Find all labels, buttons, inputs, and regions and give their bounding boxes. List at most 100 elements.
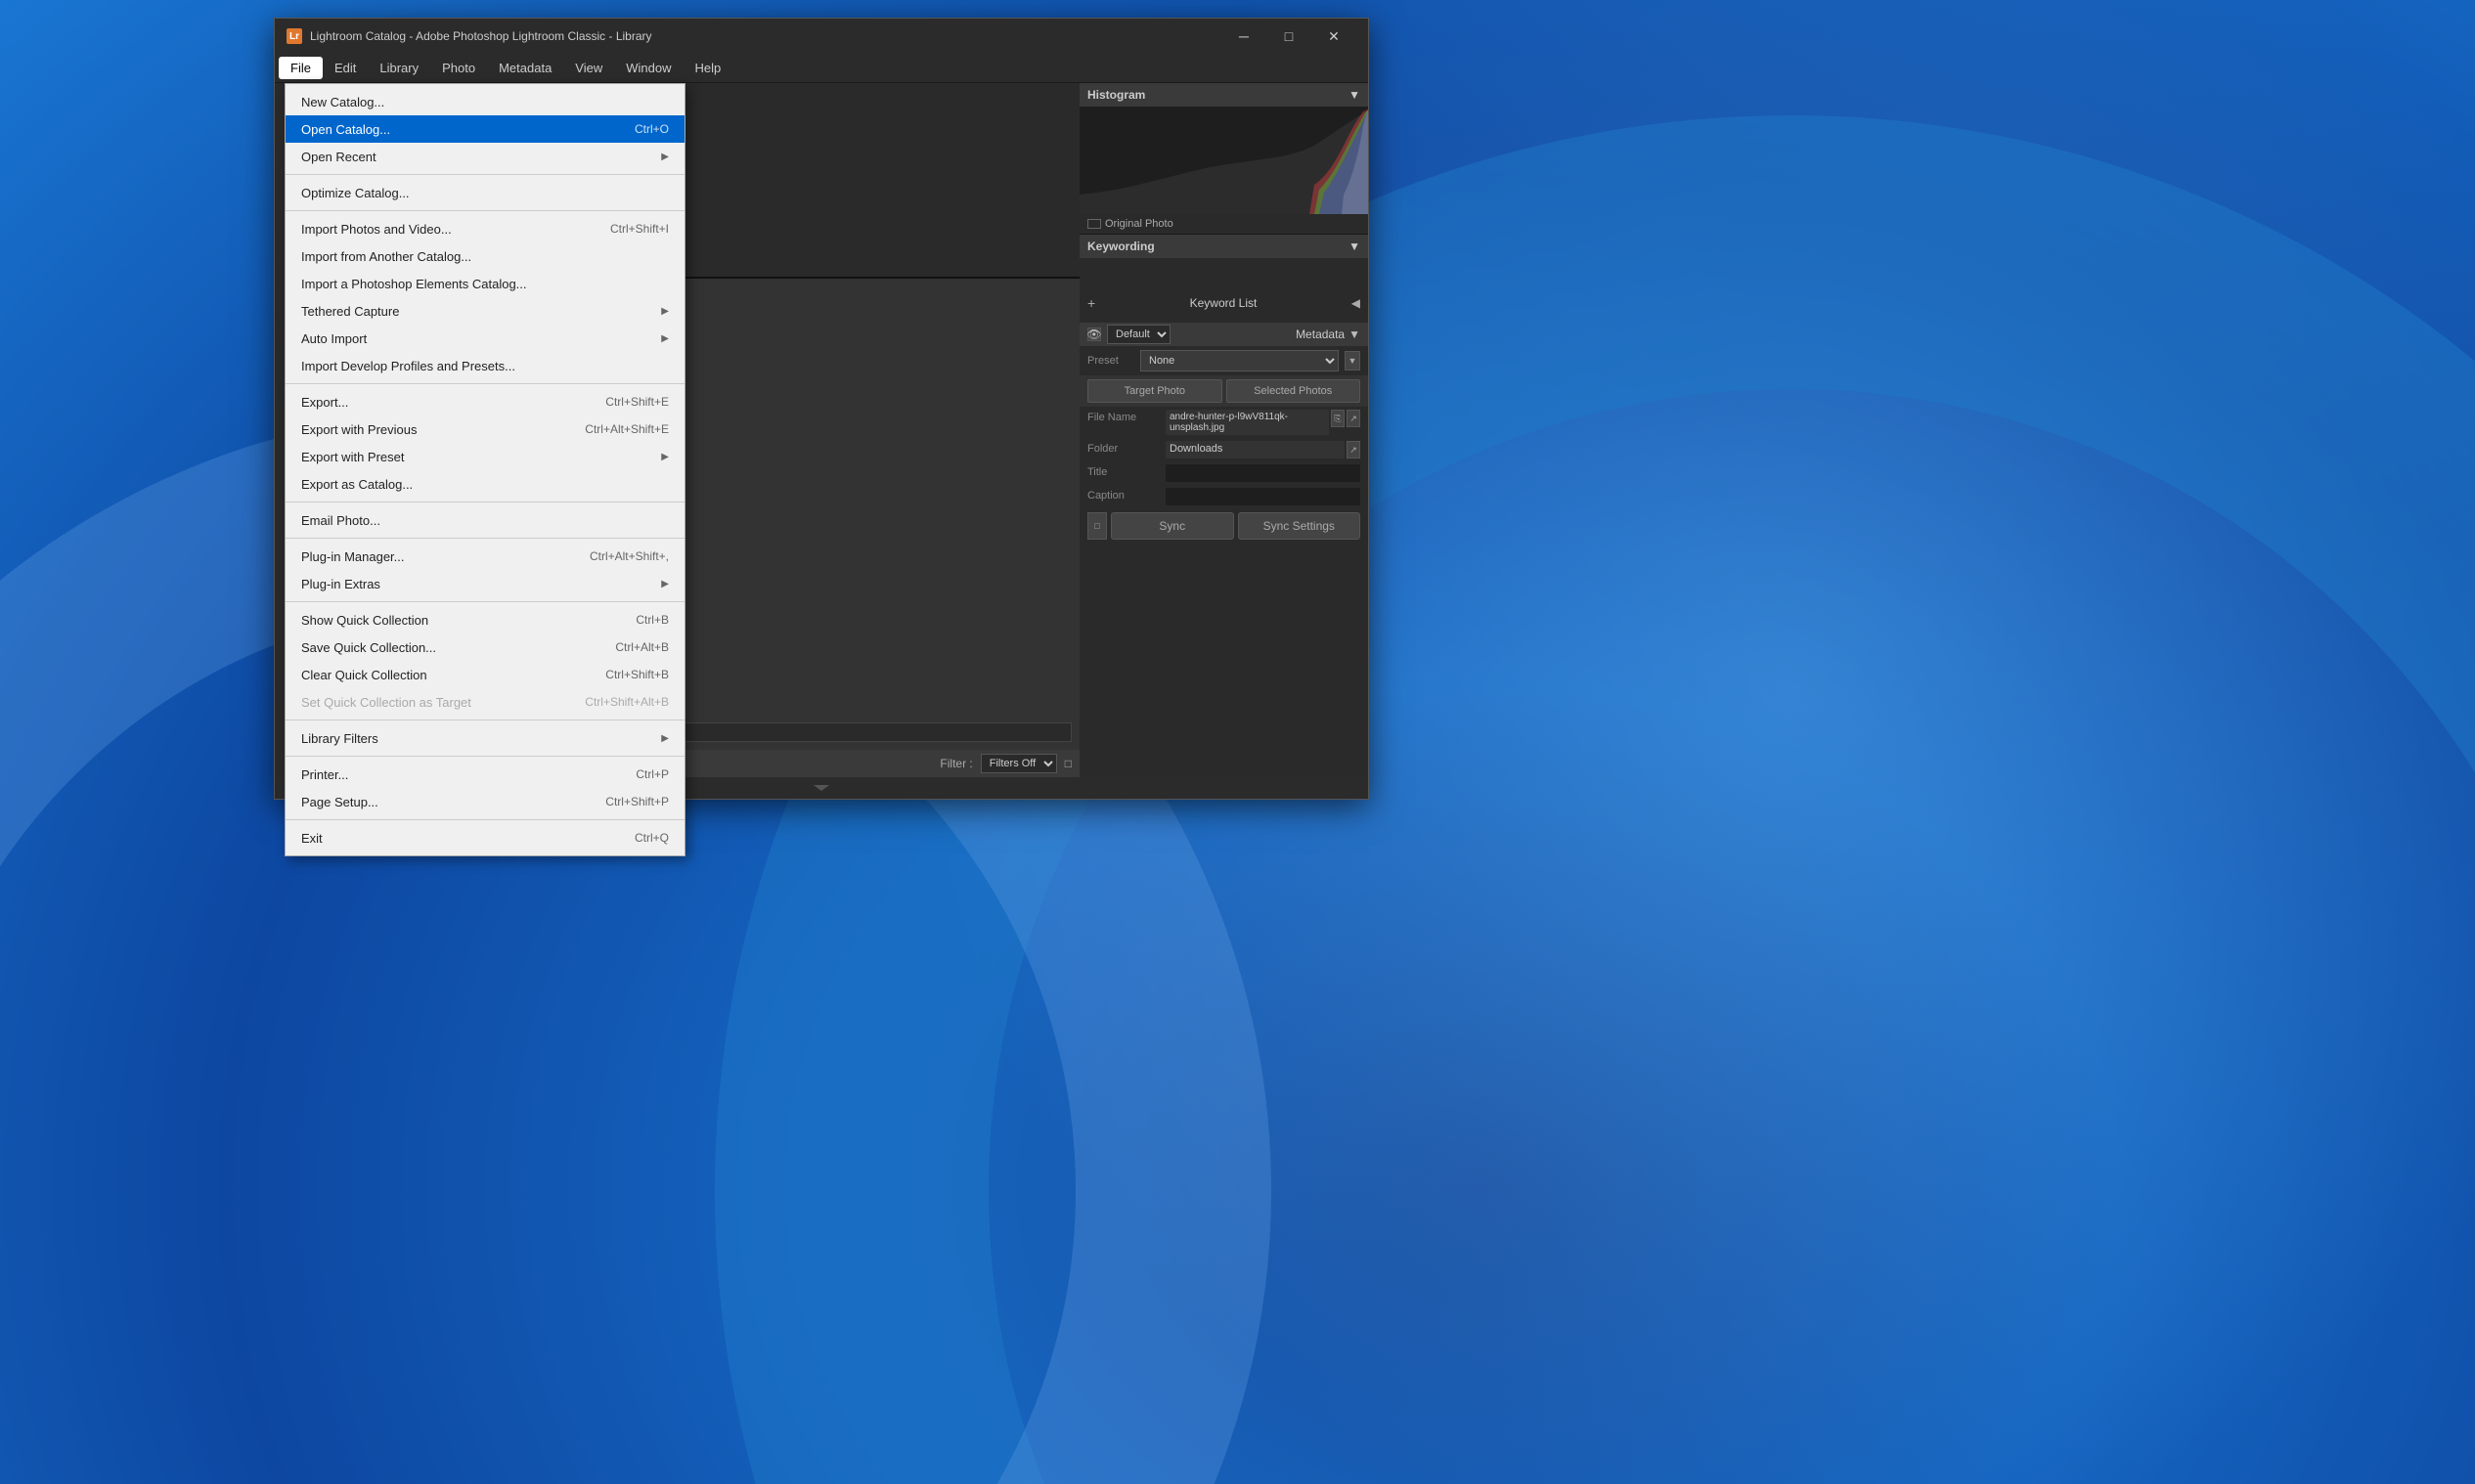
menu-import-profiles[interactable]: Import Develop Profiles and Presets... bbox=[286, 352, 685, 379]
menu-metadata[interactable]: Metadata bbox=[487, 57, 563, 79]
open-catalog-label: Open Catalog... bbox=[301, 122, 390, 137]
optimize-label: Optimize Catalog... bbox=[301, 186, 410, 200]
dropdown-section-5: Email Photo... bbox=[286, 502, 685, 539]
folder-row: Folder Downloads ↗ bbox=[1080, 438, 1368, 461]
keywording-header: Keywording ▼ bbox=[1080, 235, 1368, 258]
metadata-preset-dropdown[interactable]: Default bbox=[1107, 325, 1171, 344]
menu-open-catalog[interactable]: Open Catalog... Ctrl+O bbox=[286, 115, 685, 143]
folder-goto-btn[interactable]: ↗ bbox=[1347, 441, 1360, 458]
filter-select[interactable]: Filters Off bbox=[981, 754, 1057, 773]
dropdown-section-3: Import Photos and Video... Ctrl+Shift+I … bbox=[286, 211, 685, 384]
menu-plugin-manager[interactable]: Plug-in Manager... Ctrl+Alt+Shift+, bbox=[286, 543, 685, 570]
histogram-header: Histogram ▼ bbox=[1080, 83, 1368, 107]
dropdown-section-1: New Catalog... Open Catalog... Ctrl+O Op… bbox=[286, 84, 685, 175]
plugin-manager-shortcut: Ctrl+Alt+Shift+, bbox=[590, 549, 669, 563]
folder-value[interactable]: Downloads bbox=[1166, 441, 1345, 458]
menu-save-quick[interactable]: Save Quick Collection... Ctrl+Alt+B bbox=[286, 633, 685, 661]
caption-row: Caption bbox=[1080, 485, 1368, 508]
export-preset-label: Export with Preset bbox=[301, 450, 405, 464]
menu-auto-import[interactable]: Auto Import ▶ bbox=[286, 325, 685, 352]
filename-goto-btn[interactable]: ↗ bbox=[1347, 410, 1360, 427]
menu-new-catalog[interactable]: New Catalog... bbox=[286, 88, 685, 115]
clear-quick-label: Clear Quick Collection bbox=[301, 668, 427, 682]
export-catalog-label: Export as Catalog... bbox=[301, 477, 413, 492]
keyword-add-btn[interactable]: + bbox=[1087, 295, 1095, 311]
menu-library-filters[interactable]: Library Filters ▶ bbox=[286, 724, 685, 752]
plugin-extras-label: Plug-in Extras bbox=[301, 577, 380, 591]
menu-edit[interactable]: Edit bbox=[323, 57, 368, 79]
menu-export[interactable]: Export... Ctrl+Shift+E bbox=[286, 388, 685, 415]
open-recent-arrow: ▶ bbox=[661, 152, 669, 162]
preset-select[interactable]: None bbox=[1140, 350, 1339, 371]
menu-import-elements[interactable]: Import a Photoshop Elements Catalog... bbox=[286, 270, 685, 297]
menu-import-catalog[interactable]: Import from Another Catalog... bbox=[286, 242, 685, 270]
original-photo-label: Original Photo bbox=[1105, 218, 1173, 230]
exit-label: Exit bbox=[301, 831, 323, 846]
menu-window[interactable]: Window bbox=[614, 57, 683, 79]
open-recent-label: Open Recent bbox=[301, 150, 376, 164]
sync-section: □ Sync Sync Settings bbox=[1080, 508, 1368, 544]
export-previous-shortcut: Ctrl+Alt+Shift+E bbox=[585, 422, 669, 436]
caption-value[interactable] bbox=[1166, 488, 1360, 505]
menu-help[interactable]: Help bbox=[684, 57, 733, 79]
close-button[interactable]: ✕ bbox=[1311, 19, 1356, 54]
import-catalog-label: Import from Another Catalog... bbox=[301, 249, 471, 264]
preset-row: Preset None ▼ bbox=[1080, 346, 1368, 375]
menu-email-photo[interactable]: Email Photo... bbox=[286, 506, 685, 534]
filename-row: File Name andre-hunter-p-l9wV811qk-unspl… bbox=[1080, 407, 1368, 438]
menu-export-previous[interactable]: Export with Previous Ctrl+Alt+Shift+E bbox=[286, 415, 685, 443]
preset-btn[interactable]: ▼ bbox=[1345, 351, 1360, 371]
eye-icon: 👁 bbox=[1087, 327, 1101, 341]
menu-export-catalog[interactable]: Export as Catalog... bbox=[286, 470, 685, 498]
app-icon: Lr bbox=[287, 28, 302, 44]
printer-shortcut: Ctrl+P bbox=[636, 767, 669, 781]
menu-exit[interactable]: Exit Ctrl+Q bbox=[286, 824, 685, 851]
email-photo-label: Email Photo... bbox=[301, 513, 380, 528]
menu-tethered-capture[interactable]: Tethered Capture ▶ bbox=[286, 297, 685, 325]
export-shortcut: Ctrl+Shift+E bbox=[605, 395, 669, 409]
filename-value[interactable]: andre-hunter-p-l9wV811qk-unsplash.jpg bbox=[1166, 410, 1329, 435]
exit-shortcut: Ctrl+Q bbox=[635, 831, 669, 845]
menu-export-preset[interactable]: Export with Preset ▶ bbox=[286, 443, 685, 470]
menu-file[interactable]: File bbox=[279, 57, 323, 79]
menu-open-recent[interactable]: Open Recent ▶ bbox=[286, 143, 685, 170]
keywording-label: Keywording bbox=[1087, 240, 1155, 253]
filename-copy-btn[interactable]: ⎘ bbox=[1331, 410, 1345, 427]
show-quick-label: Show Quick Collection bbox=[301, 613, 428, 628]
menu-optimize[interactable]: Optimize Catalog... bbox=[286, 179, 685, 206]
minimize-button[interactable]: ─ bbox=[1221, 19, 1266, 54]
histogram-chart bbox=[1080, 107, 1368, 214]
menu-plugin-extras[interactable]: Plug-in Extras ▶ bbox=[286, 570, 685, 597]
open-catalog-shortcut: Ctrl+O bbox=[635, 122, 669, 136]
menu-clear-quick[interactable]: Clear Quick Collection Ctrl+Shift+B bbox=[286, 661, 685, 688]
target-photo-btn[interactable]: Target Photo bbox=[1087, 379, 1222, 403]
window-title: Lightroom Catalog - Adobe Photoshop Ligh… bbox=[310, 29, 1221, 43]
set-quick-target-label: Set Quick Collection as Target bbox=[301, 695, 471, 710]
sync-lock-btn[interactable]: □ bbox=[1087, 512, 1107, 540]
menu-view[interactable]: View bbox=[563, 57, 614, 79]
keywording-arrow: ▼ bbox=[1348, 240, 1360, 253]
lightroom-window: Lr Lightroom Catalog - Adobe Photoshop L… bbox=[274, 18, 1369, 800]
maximize-button[interactable]: □ bbox=[1266, 19, 1311, 54]
title-value[interactable] bbox=[1166, 464, 1360, 482]
printer-label: Printer... bbox=[301, 767, 348, 782]
menu-page-setup[interactable]: Page Setup... Ctrl+Shift+P bbox=[286, 788, 685, 815]
photo-buttons: Target Photo Selected Photos bbox=[1080, 375, 1368, 407]
menu-show-quick[interactable]: Show Quick Collection Ctrl+B bbox=[286, 606, 685, 633]
metadata-arrow: ▼ bbox=[1348, 327, 1360, 341]
library-filters-label: Library Filters bbox=[301, 731, 378, 746]
sync-btn[interactable]: Sync bbox=[1111, 512, 1234, 540]
menu-import-photos[interactable]: Import Photos and Video... Ctrl+Shift+I bbox=[286, 215, 685, 242]
sync-settings-btn[interactable]: Sync Settings bbox=[1238, 512, 1361, 540]
menu-photo[interactable]: Photo bbox=[430, 57, 487, 79]
title-label: Title bbox=[1087, 464, 1166, 478]
dropdown-section-7: Show Quick Collection Ctrl+B Save Quick … bbox=[286, 602, 685, 720]
keyword-list-label: Keyword List bbox=[1190, 296, 1258, 310]
menu-printer[interactable]: Printer... Ctrl+P bbox=[286, 761, 685, 788]
clear-quick-shortcut: Ctrl+Shift+B bbox=[605, 668, 669, 681]
selected-photos-btn[interactable]: Selected Photos bbox=[1226, 379, 1361, 403]
menu-library[interactable]: Library bbox=[368, 57, 430, 79]
filename-label: File Name bbox=[1087, 410, 1166, 423]
histogram-label: Histogram bbox=[1087, 88, 1145, 102]
bottom-triangle[interactable] bbox=[814, 785, 829, 791]
